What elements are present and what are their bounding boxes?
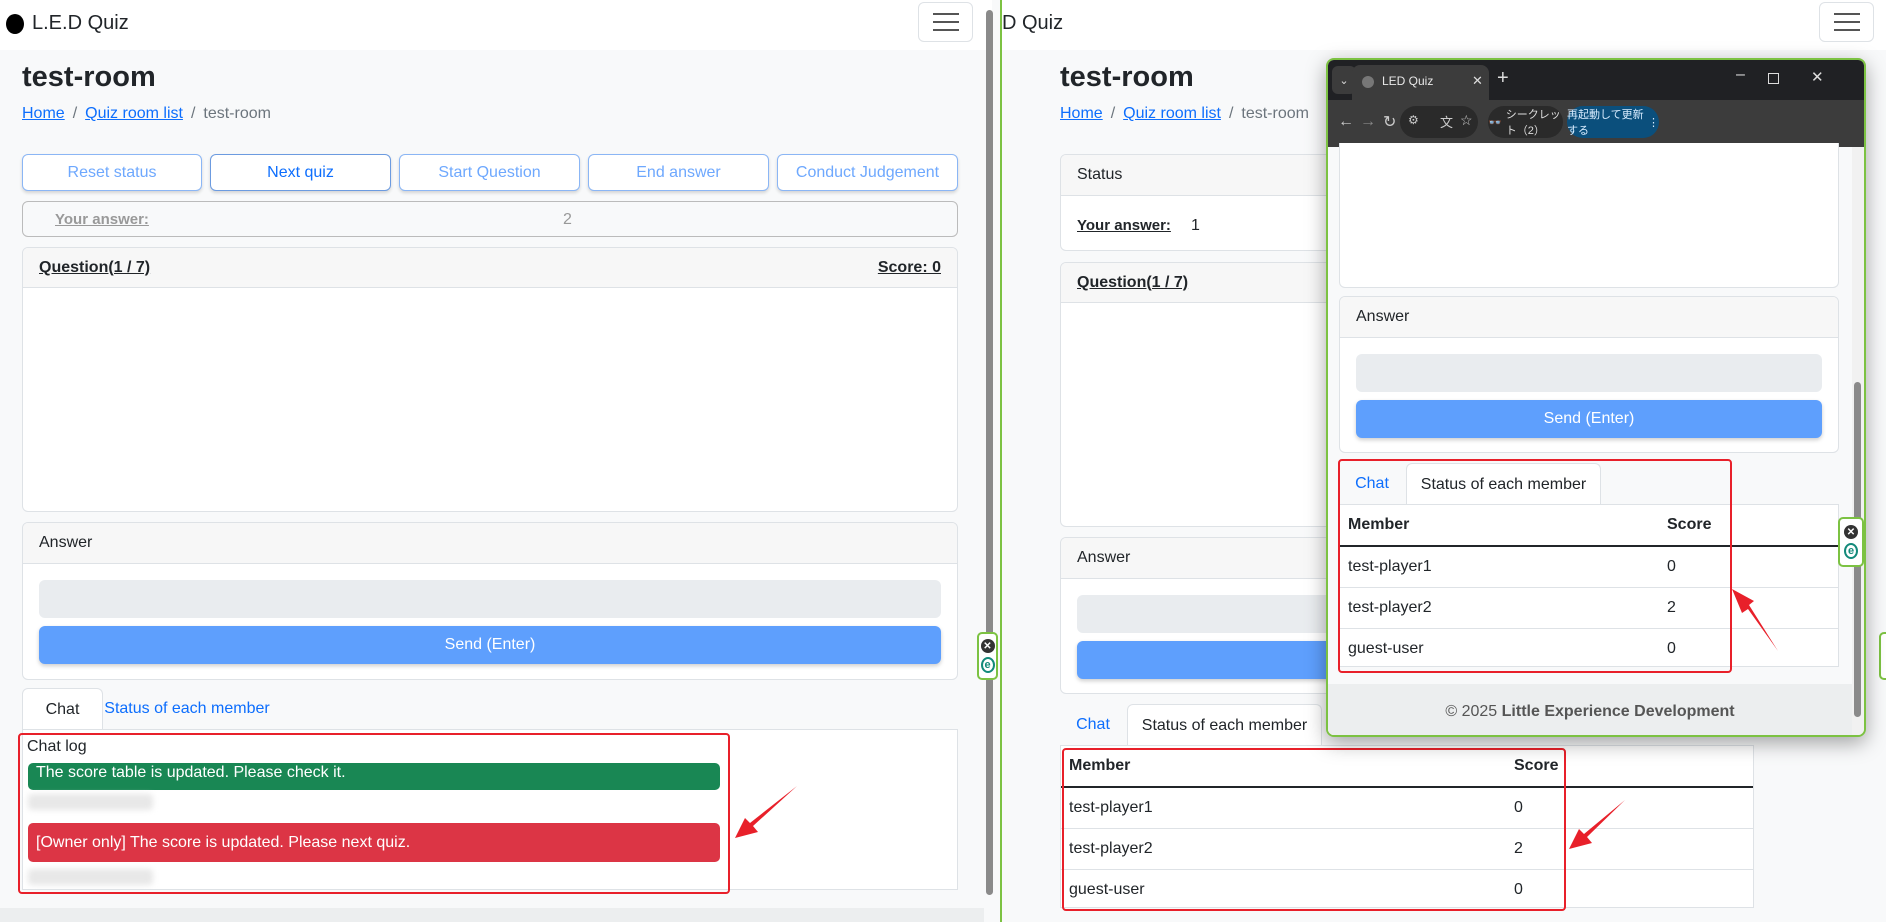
annotation-arrow <box>735 786 797 838</box>
browser-tab[interactable]: LED Quiz ✕ <box>1352 65 1489 100</box>
question-card: Question(1 / 7) Score: 0 <box>22 247 958 512</box>
incognito-icon: 👓 <box>1488 116 1502 129</box>
reload-icon[interactable]: ↻ <box>1383 112 1396 132</box>
annotation-arrow <box>1732 589 1778 651</box>
pane-divider <box>1000 0 1002 922</box>
answer-input[interactable] <box>1356 354 1822 392</box>
answer-header: Answer <box>39 534 93 551</box>
annotation-box <box>18 733 730 894</box>
reset-status-button[interactable]: Reset status <box>22 154 202 191</box>
close-icon[interactable]: ✕ <box>980 639 995 653</box>
answer-card: Answer Send (Enter) <box>22 522 958 680</box>
breadcrumb-home[interactable]: Home <box>22 105 65 122</box>
extension-e-icon[interactable]: e <box>1844 543 1858 559</box>
end-answer-button[interactable]: End answer <box>588 154 769 191</box>
answer-input[interactable] <box>39 580 941 618</box>
left-scrollbar[interactable] <box>986 10 993 895</box>
breadcrumb-home[interactable]: Home <box>1060 105 1103 122</box>
question-label: Question(1 / 7) <box>39 258 151 276</box>
star-icon[interactable]: ☆ <box>1460 112 1473 129</box>
send-button[interactable]: Send (Enter) <box>39 626 941 664</box>
back-icon[interactable]: ← <box>1338 113 1354 131</box>
browser-tab-title: LED Quiz <box>1382 74 1434 88</box>
tab-chat[interactable]: Chat <box>22 688 103 730</box>
hamburger-icon <box>932 13 959 15</box>
score-label: Score: 0 <box>877 258 941 276</box>
send-button[interactable]: Send (Enter) <box>1356 400 1822 438</box>
tab-chat[interactable]: Chat <box>1060 704 1126 745</box>
breadcrumb-quiz-room-list[interactable]: Quiz room list <box>1123 105 1221 122</box>
hamburger-icon <box>1833 13 1860 15</box>
logo-icon <box>6 14 24 34</box>
menu-toggle-button[interactable] <box>918 2 973 42</box>
more-icon[interactable]: ⋮ <box>1648 116 1659 129</box>
breadcrumb-quiz-room-list[interactable]: Quiz room list <box>85 105 183 122</box>
footer-org: Little Experience Development <box>1501 702 1735 720</box>
popup-scrollbar[interactable] <box>1852 147 1864 735</box>
maximize-icon[interactable] <box>1768 73 1779 84</box>
footer-strip <box>0 908 984 922</box>
menu-toggle-button[interactable] <box>1819 2 1874 42</box>
breadcrumb-current: test-room <box>203 105 271 122</box>
globe-icon <box>1362 76 1374 88</box>
footer: © 2025 Little Experience Development <box>1328 684 1852 735</box>
incognito-badge[interactable]: 👓 シークレット（2） <box>1488 106 1563 138</box>
annotation-box <box>1338 459 1732 673</box>
close-window-icon[interactable]: ✕ <box>1811 68 1824 86</box>
translate-icon[interactable]: 文 <box>1440 112 1453 131</box>
left-navbar: L.E.D Quiz <box>0 0 992 50</box>
question-card <box>1339 143 1839 288</box>
status-header: Status <box>1077 166 1123 183</box>
answer-card: Answer Send (Enter) <box>1339 296 1839 453</box>
browser-toolbar: ← → ↻ ⚙ 文 ☆ 👓 シークレット（2） 再起動して更新する ⋮ <box>1328 100 1864 147</box>
update-button[interactable]: 再起動して更新する ⋮ <box>1567 106 1659 138</box>
address-bar[interactable]: ⚙ 文 ☆ <box>1400 106 1478 138</box>
site-settings-icon[interactable]: ⚙ <box>1408 113 1419 127</box>
next-quiz-button[interactable]: Next quiz <box>210 154 391 191</box>
forward-icon[interactable]: → <box>1360 113 1376 131</box>
annotation-arrow <box>1569 800 1625 849</box>
breadcrumb-current: test-room <box>1241 105 1309 122</box>
brand-partial[interactable]: D Quiz <box>1002 12 1063 35</box>
annotation-box <box>1062 748 1566 911</box>
title-bar: ⌄ LED Quiz ✕ + – ✕ <box>1328 60 1864 100</box>
extension-widget[interactable] <box>1879 632 1886 680</box>
minimize-icon[interactable]: – <box>1736 66 1745 84</box>
start-question-button[interactable]: Start Question <box>399 154 580 191</box>
extension-widget[interactable]: ✕ e <box>977 632 998 680</box>
your-answer-label: Your answer: <box>1077 217 1171 234</box>
page-title: test-room <box>1060 61 1194 93</box>
breadcrumb: Home / Quiz room list / test-room <box>1060 105 1309 122</box>
tab-status-of-each-member[interactable]: Status of each member <box>103 688 271 730</box>
answer-header: Answer <box>1356 308 1410 325</box>
answer-header: Answer <box>1077 549 1131 566</box>
page-title: test-room <box>22 61 156 93</box>
your-answer-box: Your answer: 2 <box>22 201 958 237</box>
new-tab-icon[interactable]: + <box>1497 67 1509 90</box>
brand[interactable]: L.E.D Quiz <box>32 12 129 35</box>
your-answer-label: Your answer: <box>55 211 149 228</box>
your-answer-value: 2 <box>563 211 572 228</box>
tab-status-of-each-member[interactable]: Status of each member <box>1127 704 1322 746</box>
question-label: Question(1 / 7) <box>1077 273 1189 291</box>
close-icon[interactable]: ✕ <box>1844 525 1858 539</box>
extension-widget[interactable]: ✕ e <box>1838 517 1864 567</box>
close-tab-icon[interactable]: ✕ <box>1472 73 1483 89</box>
breadcrumb: Home / Quiz room list / test-room <box>22 105 271 122</box>
extension-e-icon[interactable]: e <box>980 657 995 673</box>
conduct-judgement-button[interactable]: Conduct Judgement <box>777 154 958 191</box>
your-answer-value: 1 <box>1191 217 1200 234</box>
right-navbar: D Quiz <box>1002 0 1886 50</box>
